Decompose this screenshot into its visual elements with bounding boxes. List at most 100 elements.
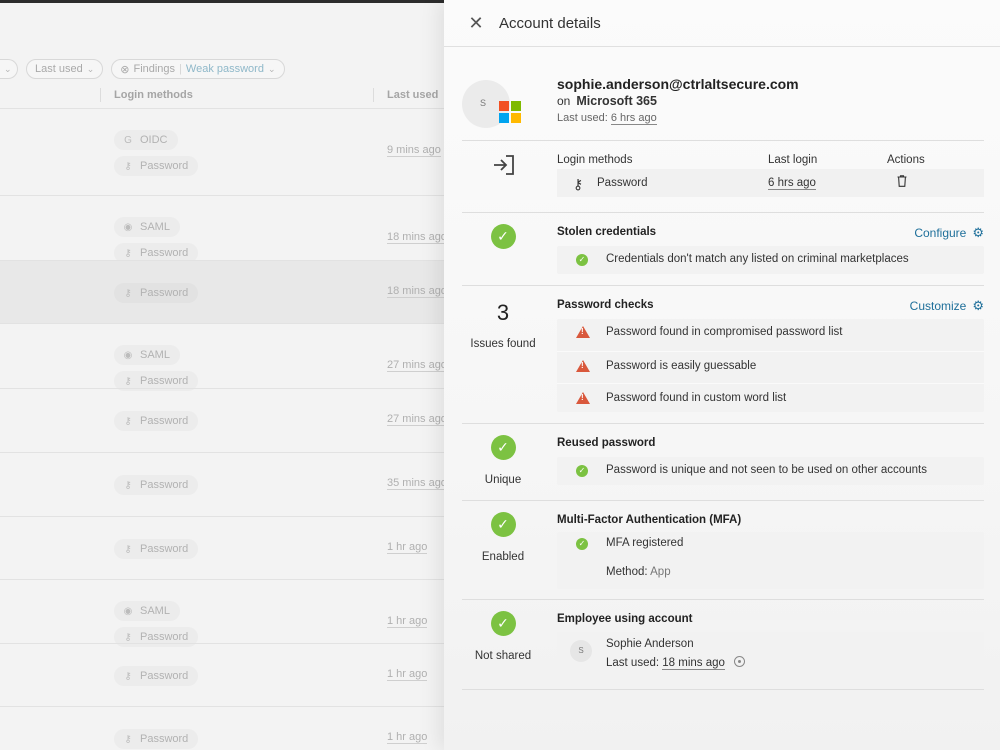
login-method-label: Password xyxy=(140,287,189,299)
stolen-credentials-title: Stolen credentials xyxy=(557,226,657,238)
table-row[interactable]: ◉ SAML ⚷ Password 18 mins ago xyxy=(0,195,447,263)
stolen-status: ✓ xyxy=(462,224,544,249)
gear-icon: ⚙ xyxy=(972,225,984,240)
configure-button[interactable]: Configure ⚙ xyxy=(914,225,984,241)
login-method-label: SAML xyxy=(140,605,170,617)
list-item: Password found in compromised password l… xyxy=(557,319,984,350)
password-checks-list: Password found in compromised password l… xyxy=(557,319,984,412)
login-method-label: Password xyxy=(140,670,189,682)
login-method-pill: ⚷ Password xyxy=(114,156,199,176)
column-last-used[interactable]: Last used xyxy=(387,89,438,101)
login-method-pill: ◉ SAML xyxy=(114,601,180,621)
table-row[interactable]: ◉ SAML ⚷ Password 1 hr ago xyxy=(0,579,444,647)
table-row[interactable]: ⚷ Password 1 hr ago xyxy=(0,643,444,706)
login-method-label: Password xyxy=(140,415,189,427)
customize-label: Customize xyxy=(909,299,967,313)
last-used-cell: 18 mins ago xyxy=(387,285,447,298)
chevron-down-icon: ⌄ xyxy=(267,63,276,74)
stolen-item-text: Credentials don't match any listed on cr… xyxy=(606,253,909,265)
account-details-panel: ✕ Account details S sophie.anderson@ctrl… xyxy=(444,0,1000,750)
last-used-value: 6 hrs ago xyxy=(610,112,657,125)
mfa-method: Method: App xyxy=(557,562,984,589)
account-app: Microsoft 365 xyxy=(576,94,657,108)
last-used-cell: 1 hr ago xyxy=(387,615,428,628)
filter-chip-truncated[interactable]: ⌄ xyxy=(0,59,18,79)
login-method-label: Password xyxy=(140,631,189,643)
mfa-item-text: MFA registered xyxy=(606,537,684,549)
mfa-method-value: App xyxy=(650,566,671,578)
key-icon: ⚷ xyxy=(124,375,132,387)
close-icon[interactable]: ✕ xyxy=(466,13,486,33)
last-login-value: 6 hrs ago xyxy=(768,177,816,190)
reused-item-text: Password is unique and not seen to be us… xyxy=(606,464,927,476)
stolen-item-box: ✓ Credentials don't match any listed on … xyxy=(557,246,984,274)
login-method-label: Password xyxy=(140,733,189,745)
password-checks-section: 3 Issues found Password checks Customize… xyxy=(462,285,984,423)
table-row[interactable]: ⚷ Password 18 mins ago xyxy=(0,260,447,323)
check-circle-icon: ✓ xyxy=(490,224,516,249)
warning-icon xyxy=(576,392,590,404)
check-item-text: Password found in compromised password l… xyxy=(606,326,843,338)
gear-icon: ⚙ xyxy=(972,298,984,313)
filter-findings[interactable]: ⊗ Findings | Weak password ⌄ xyxy=(111,59,285,79)
filter-findings-label: Findings xyxy=(133,63,176,75)
filter-last-used[interactable]: Last used ⌄ xyxy=(26,59,104,79)
login-method-pill: ⚷ Password xyxy=(114,411,199,431)
employee-title: Employee using account xyxy=(557,613,693,625)
table-row[interactable]: ⚷ Password 1 hr ago xyxy=(0,706,444,750)
key-icon: ⚷ xyxy=(124,631,132,643)
account-summary: S sophie.anderson@ctrlaltsecure.com on Mi… xyxy=(462,70,984,140)
employee-last-used-value: 18 mins ago xyxy=(662,657,725,670)
key-icon: ⚷ xyxy=(573,176,584,192)
table-row[interactable]: ⚷ Password 27 mins ago xyxy=(0,388,447,452)
key-icon: ⚷ xyxy=(124,247,132,259)
reused-status: ✓ Unique xyxy=(462,435,544,486)
password-checks-title: Password checks xyxy=(557,299,654,311)
avatar: S xyxy=(570,640,592,662)
issues-count: 3 xyxy=(496,300,510,325)
table-row[interactable]: ◉ SAML ⚷ Password 27 mins ago xyxy=(0,323,447,391)
check-item-text: Password is easily guessable xyxy=(606,360,757,372)
chevron-down-icon: ⌄ xyxy=(4,63,12,74)
column-login-methods[interactable]: Login methods xyxy=(114,89,193,101)
table-header: Login methods Last used xyxy=(0,86,444,106)
table-row[interactable]: G OIDC ⚷ Password 9 mins ago xyxy=(0,108,444,195)
last-login-label: Last login xyxy=(768,154,818,166)
issues-found-label: Issues found xyxy=(470,338,536,350)
check-circle-icon: ✓ xyxy=(576,538,588,550)
last-used-cell: 27 mins ago xyxy=(387,359,447,372)
employee-section: ✓ Not shared Employee using account S So… xyxy=(462,599,984,690)
check-circle-icon: ✓ xyxy=(576,465,588,477)
warning-icon xyxy=(576,360,590,372)
last-used-cell: 27 mins ago xyxy=(387,413,447,426)
login-methods-section: Login methods Last login Actions ⚷ Passw… xyxy=(462,140,984,212)
login-icon xyxy=(494,155,514,175)
filter-bar: ⌄ Last used ⌄ ⊗ Findings | Weak password… xyxy=(0,58,293,80)
employee-last-used-label: Last used: xyxy=(606,657,660,669)
trash-icon[interactable] xyxy=(897,175,907,187)
mfa-title: Multi-Factor Authentication (MFA) xyxy=(557,514,742,526)
customize-button[interactable]: Customize ⚙ xyxy=(910,298,984,314)
table-row[interactable]: ⚷ Password 1 hr ago xyxy=(0,516,444,579)
last-used-cell: 18 mins ago xyxy=(387,231,447,244)
last-used-cell: 9 mins ago xyxy=(387,144,441,157)
login-method-label: OIDC xyxy=(140,134,168,146)
list-item: ✓ MFA registered xyxy=(557,532,984,560)
on-label: on xyxy=(557,94,571,108)
login-method-pill: ⚷ Password xyxy=(114,729,199,749)
google-icon: G xyxy=(124,134,132,146)
table-row[interactable]: ⚷ Password 35 mins ago xyxy=(0,452,447,516)
list-item: Password is easily guessable xyxy=(557,351,984,382)
reused-password-section: ✓ Unique Reused password ✓ Password is u… xyxy=(462,423,984,500)
login-method-pill: ⚷ Password xyxy=(114,475,199,495)
employee-card: S Sophie Anderson Last used: 18 mins ago xyxy=(557,632,984,674)
login-method-pill: ⚷ Password xyxy=(114,666,199,686)
last-used-cell: 1 hr ago xyxy=(387,731,428,744)
panel-header: ✕ Account details xyxy=(444,0,1000,47)
account-email: sophie.anderson@ctrlaltsecure.com xyxy=(557,76,799,92)
column-divider xyxy=(373,88,374,102)
mfa-method-label: Method: xyxy=(606,566,648,578)
check-item-text: Password found in custom word list xyxy=(606,392,787,404)
info-icon[interactable] xyxy=(734,656,746,667)
employee-status: ✓ Not shared xyxy=(462,611,544,662)
